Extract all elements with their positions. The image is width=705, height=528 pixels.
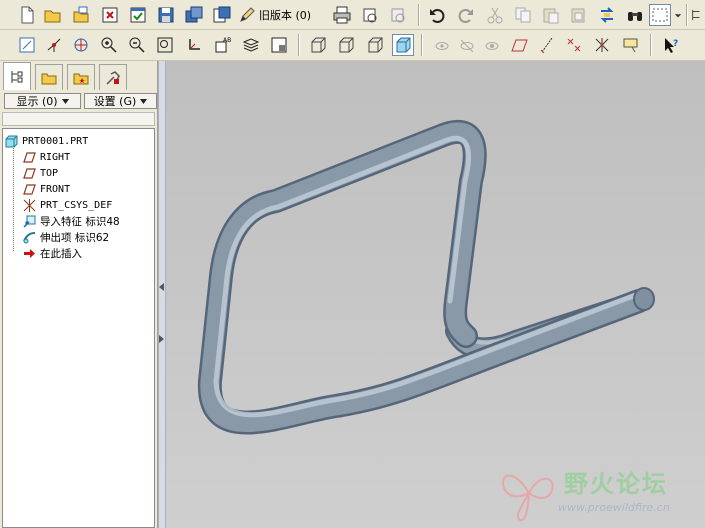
model-tree: PRT0001.PRT RIGHT TOP FRONT PRT_CSYS_DEF… [2, 128, 155, 528]
tab-favorites[interactable] [67, 64, 95, 90]
axis-display-icon[interactable] [536, 34, 558, 56]
annotation-icon[interactable] [620, 34, 642, 56]
paste-icon[interactable] [540, 4, 562, 26]
watermark-forum-name: 野火论坛 [564, 470, 668, 498]
tab-connections[interactable] [99, 64, 127, 90]
open-folder-icon[interactable] [42, 4, 64, 26]
tree-item-insert-here[interactable]: 在此插入 [23, 246, 82, 261]
tree-root-part[interactable]: PRT0001.PRT [5, 134, 88, 149]
part-icon [5, 135, 18, 148]
show-dropdown-label: 显示 (0) [16, 95, 58, 108]
datum-axis-icon[interactable] [43, 34, 65, 56]
tab-model-tree[interactable] [3, 62, 31, 90]
tree-item-front[interactable]: FRONT [23, 182, 70, 197]
saved-views-icon[interactable]: AB [212, 34, 234, 56]
old-version-button[interactable]: 旧版本 (0) [238, 4, 311, 26]
protrusion-icon [23, 232, 36, 244]
chevron-down-icon [140, 98, 148, 104]
wireframe-icon[interactable] [307, 34, 329, 56]
settings-dropdown[interactable]: 设置 (G) [84, 93, 157, 109]
undo-icon[interactable] [426, 4, 448, 26]
datum-plane-icon [23, 152, 36, 163]
view-toolbar: AB ? [0, 30, 705, 61]
datum-plane-icon [23, 168, 36, 179]
main-toolbar: 旧版本 (0) [0, 0, 705, 30]
chevron-down-icon[interactable] [673, 4, 683, 26]
view-manager-icon[interactable] [268, 34, 290, 56]
pencil-icon [240, 7, 255, 22]
save-copy-icon[interactable] [183, 4, 205, 26]
send-mail-icon[interactable] [359, 4, 381, 26]
cut-icon[interactable] [484, 4, 506, 26]
show-dropdown[interactable]: 显示 (0) [4, 93, 81, 109]
layers-icon[interactable] [240, 34, 262, 56]
annotation-display-icon[interactable] [431, 34, 453, 56]
navigator-panel: 显示 (0) 设置 (G) PRT0001.PRT RIGHT TOP FRON… [0, 61, 158, 528]
favorites-icon [73, 73, 89, 84]
model-tree-icon [11, 70, 23, 83]
toolbar-separator [650, 34, 651, 56]
folder-tree-icon [41, 73, 57, 84]
backup-icon[interactable] [211, 4, 233, 26]
tree-filter-bar[interactable] [2, 112, 155, 126]
zoom-in-icon[interactable] [98, 34, 120, 56]
tree-connector [13, 143, 15, 251]
paste-special-icon[interactable] [568, 4, 590, 26]
csys-display-icon[interactable] [591, 34, 613, 56]
context-help-icon[interactable]: ? [660, 34, 682, 56]
tree-item-csys[interactable]: PRT_CSYS_DEF [23, 198, 112, 213]
tree-item-protrusion[interactable]: 伸出项 标识62 [23, 230, 109, 245]
send-link-icon[interactable] [387, 4, 409, 26]
tree-item-right[interactable]: RIGHT [23, 150, 70, 165]
toolbar-separator [298, 34, 299, 56]
watermark-butterfly-logo [502, 474, 554, 522]
svg-text:AB: AB [223, 37, 231, 44]
csys-icon [23, 199, 36, 212]
shading-icon[interactable] [392, 34, 414, 56]
tree-item-top[interactable]: TOP [23, 166, 58, 181]
regenerate-icon[interactable] [596, 4, 618, 26]
new-file-icon[interactable] [16, 4, 38, 26]
toolbar-separator [686, 4, 687, 26]
toolbar-separator [418, 4, 419, 26]
model-tree-toggle-icon[interactable] [690, 4, 704, 26]
chevron-down-icon [61, 98, 69, 104]
print-icon[interactable] [331, 4, 353, 26]
graphics-window[interactable]: 野火论坛 www.proewildfire.cn [166, 61, 705, 528]
zoom-out-icon[interactable] [126, 34, 148, 56]
tab-folder-browser[interactable] [35, 64, 63, 90]
point-display-icon[interactable] [563, 34, 585, 56]
orient-icon[interactable] [16, 34, 38, 56]
activate-window-icon[interactable] [127, 4, 149, 26]
panel-splitter[interactable] [158, 61, 166, 528]
old-version-label: 旧版本 (0) [259, 9, 312, 22]
redo-icon[interactable] [455, 4, 477, 26]
datum-plane-icon [23, 184, 36, 195]
close-window-icon[interactable] [99, 4, 121, 26]
watermark-url: www.proewildfire.cn [558, 501, 670, 514]
import-feature-icon [23, 215, 36, 228]
open-windows-icon[interactable] [70, 4, 92, 26]
bent-tube-model[interactable] [166, 61, 705, 528]
hidden-line-icon[interactable] [335, 34, 357, 56]
tools-icon [106, 70, 120, 85]
collapse-left-icon[interactable] [159, 283, 165, 291]
spin-center-icon[interactable] [70, 34, 92, 56]
hide-eye-icon[interactable] [456, 34, 478, 56]
insert-here-arrow-icon [24, 249, 35, 258]
search-binoculars-icon[interactable] [624, 4, 646, 26]
plane-display-icon[interactable] [508, 34, 530, 56]
reorient-icon[interactable] [184, 34, 206, 56]
svg-text:?: ? [673, 39, 678, 49]
tree-item-import-feature[interactable]: 导入特征 标识48 [23, 214, 120, 229]
no-hidden-icon[interactable] [364, 34, 386, 56]
copy-icon[interactable] [512, 4, 534, 26]
toolbar-separator [421, 34, 422, 56]
show-eye-icon[interactable] [481, 34, 503, 56]
save-icon[interactable] [155, 4, 177, 26]
select-box-icon[interactable] [649, 4, 671, 26]
refit-icon[interactable] [154, 34, 176, 56]
expand-right-icon[interactable] [159, 335, 165, 343]
settings-dropdown-label: 设置 (G) [93, 95, 137, 108]
